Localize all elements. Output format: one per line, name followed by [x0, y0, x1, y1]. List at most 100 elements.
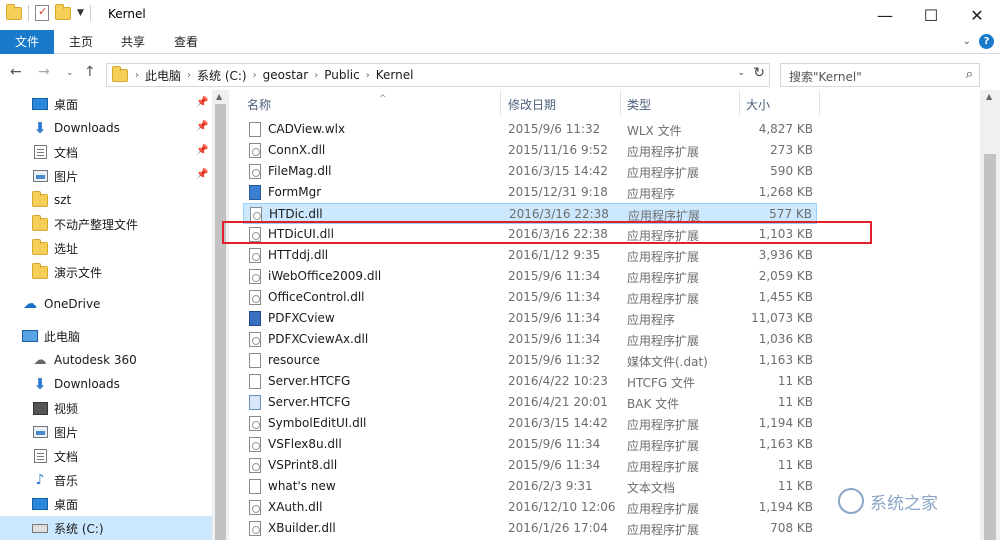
up-arrow-icon[interactable]: ↑ — [84, 64, 96, 80]
sidebar-item-pictures[interactable]: 图片 — [0, 420, 212, 444]
sidebar-item-music[interactable]: ♪ 音乐 — [0, 468, 212, 492]
back-arrow-icon[interactable]: ← — [10, 64, 22, 80]
pin-icon[interactable]: 📌 — [196, 145, 208, 156]
column-header-size[interactable]: 大小 — [740, 90, 820, 116]
table-row[interactable]: Server.HTCFG 2016/4/22 10:23 HTCFG 文件 11 KB — [243, 371, 817, 392]
sidebar-item-downloads[interactable]: ⬇ Downloads — [0, 372, 212, 396]
sidebar-item-label: 演示文件 — [54, 265, 103, 280]
table-row[interactable]: CADView.wlx 2015/9/6 11:32 WLX 文件 4,827 KB — [243, 119, 817, 140]
scrollbar-thumb[interactable] — [215, 104, 226, 540]
breadcrumb-chevron-icon[interactable]: › — [366, 70, 370, 81]
sidebar-item-label: 系统 (C:) — [54, 521, 104, 536]
table-row[interactable]: SymbolEditUI.dll 2016/3/15 14:42 应用程序扩展 1,1… — [243, 413, 817, 434]
pin-icon[interactable]: 📌 — [196, 97, 208, 108]
tab-view[interactable]: 查看 — [163, 30, 209, 54]
refresh-icon[interactable]: ↻ — [753, 65, 765, 81]
table-row[interactable]: FormMgr 2015/12/31 9:18 应用程序 1,268 KB — [243, 182, 817, 203]
table-row[interactable]: PDFXCview 2015/9/6 11:34 应用程序 11,073 KB — [243, 308, 817, 329]
forward-arrow-icon[interactable]: → — [38, 64, 50, 80]
dll-icon — [249, 227, 261, 242]
address-history-chevron-icon[interactable]: ⌄ — [737, 68, 745, 78]
sidebar-item-documents[interactable]: 文档 — [0, 444, 212, 468]
sidebar-item-onedrive[interactable]: ☁ OneDrive — [0, 292, 212, 316]
sidebar-item-this-pc[interactable]: 此电脑 — [0, 324, 212, 348]
search-input[interactable]: 搜索"Kernel" ⌕ — [780, 63, 980, 87]
file-size: 577 KB — [769, 207, 812, 221]
file-list-scrollbar[interactable]: ▲ — [980, 90, 1000, 540]
tab-file[interactable]: 文件 — [0, 30, 54, 54]
tab-home[interactable]: 主页 — [58, 30, 104, 54]
table-row[interactable]: XBuilder.dll 2016/1/26 17:04 应用程序扩展 708 KB — [243, 518, 817, 539]
breadcrumb-geostar[interactable]: geostar — [263, 68, 309, 82]
tab-share[interactable]: 共享 — [110, 30, 156, 54]
breadcrumb-this-pc[interactable]: 此电脑 — [145, 67, 181, 84]
file-type: 应用程序扩展 — [627, 439, 700, 453]
column-header-type[interactable]: 类型 — [621, 90, 740, 116]
pin-icon[interactable]: 📌 — [196, 121, 208, 132]
sidebar-item-desktop[interactable]: 桌面 — [0, 492, 212, 516]
expand-ribbon-chevron-icon[interactable]: ⌄ — [963, 36, 971, 47]
table-row[interactable]: iWebOffice2009.dll 2015/9/6 11:34 应用程序扩展 2,… — [243, 266, 817, 287]
exe-icon — [249, 185, 261, 200]
table-row[interactable]: what's new 2016/2/3 9:31 文本文档 11 KB — [243, 476, 817, 497]
customize-toolbar-chevron-icon[interactable]: ▼ — [77, 8, 84, 18]
search-placeholder: 搜索"Kernel" — [789, 70, 862, 84]
table-row[interactable]: OfficeControl.dll 2015/9/6 11:34 应用程序扩展 1,4… — [243, 287, 817, 308]
sidebar-item-label: Downloads — [54, 377, 120, 391]
table-row[interactable]: ConnX.dll 2015/11/16 9:52 应用程序扩展 273 KB — [243, 140, 817, 161]
search-icon[interactable]: ⌕ — [966, 67, 973, 82]
breadcrumb-chevron-icon[interactable]: › — [187, 70, 191, 81]
scroll-up-arrow-icon[interactable]: ▲ — [986, 92, 992, 101]
sidebar-item-label: 音乐 — [54, 473, 79, 488]
documents-icon — [33, 145, 47, 159]
sidebar-item-demo-files[interactable]: 演示文件 — [0, 260, 212, 284]
sidebar-item-system-drive[interactable]: 系统 (C:) — [0, 516, 212, 540]
sidebar-item-desktop-quick[interactable]: 桌面 📌 — [0, 92, 212, 116]
breadcrumb-chevron-icon[interactable]: › — [253, 70, 257, 81]
breadcrumb-kernel[interactable]: Kernel — [376, 68, 414, 82]
table-row[interactable]: PDFXCviewAx.dll 2015/9/6 11:34 应用程序扩展 1,036… — [243, 329, 817, 350]
breadcrumb-chevron-icon[interactable]: › — [314, 70, 318, 81]
breadcrumb-public[interactable]: Public — [324, 68, 360, 82]
minimize-button[interactable]: — — [862, 0, 908, 30]
sidebar-item-real-estate-files[interactable]: 不动产整理文件 — [0, 212, 212, 236]
file-modified-date: 2016/3/15 14:42 — [508, 416, 608, 430]
navigation-pane-scrollbar[interactable]: ▲ — [212, 90, 229, 540]
file-modified-date: 2015/9/6 11:34 — [508, 437, 601, 451]
address-bar[interactable]: › 此电脑 › 系统 (C:) › geostar › Public › Ker… — [106, 63, 770, 87]
sidebar-item-videos[interactable]: 视频 — [0, 396, 212, 420]
file-size: 1,194 KB — [758, 416, 813, 430]
recent-locations-chevron-icon[interactable]: ⌄ — [66, 68, 74, 78]
table-row[interactable]: VSPrint8.dll 2015/9/6 11:34 应用程序扩展 11 KB — [243, 455, 817, 476]
table-row[interactable]: Server.HTCFG 2016/4/21 20:01 BAK 文件 11 KB — [243, 392, 817, 413]
close-button[interactable]: ✕ — [954, 0, 1000, 30]
help-icon[interactable]: ? — [979, 34, 994, 49]
column-header-date[interactable]: 修改日期 — [502, 90, 621, 116]
sidebar-item-documents-quick[interactable]: 文档 📌 — [0, 140, 212, 164]
table-row[interactable]: HTTddj.dll 2016/1/12 9:35 应用程序扩展 3,936 KB — [243, 245, 817, 266]
table-row[interactable]: HTDic.dll 2016/3/16 22:38 应用程序扩展 577 KB — [243, 203, 817, 224]
breadcrumb-system-drive[interactable]: 系统 (C:) — [197, 67, 247, 84]
properties-icon[interactable] — [35, 5, 49, 21]
sidebar-item-pictures-quick[interactable]: 图片 📌 — [0, 164, 212, 188]
onedrive-icon: ☁ — [23, 296, 37, 312]
table-row[interactable]: HTDicUI.dll 2016/3/16 22:38 应用程序扩展 1,103 KB — [243, 224, 817, 245]
file-type: 应用程序扩展 — [627, 250, 700, 264]
breadcrumb-chevron-icon[interactable]: › — [135, 70, 139, 81]
scrollbar-thumb[interactable] — [984, 154, 996, 540]
sidebar-item-downloads-quick[interactable]: ⬇ Downloads 📌 — [0, 116, 212, 140]
new-folder-icon[interactable] — [55, 3, 71, 20]
maximize-button[interactable]: ☐ — [908, 0, 954, 30]
table-row[interactable]: XAuth.dll 2016/12/10 12:06 应用程序扩展 1,194 KB — [243, 497, 817, 518]
file-size: 11 KB — [777, 374, 813, 388]
table-row[interactable]: resource 2015/9/6 11:32 媒体文件(.dat) 1,163 KB — [243, 350, 817, 371]
column-header-name[interactable]: 名称 ^ — [241, 90, 501, 116]
pin-icon[interactable]: 📌 — [196, 169, 208, 180]
table-row[interactable]: FileMag.dll 2016/3/15 14:42 应用程序扩展 590 KB — [243, 161, 817, 182]
table-row[interactable]: VSFlex8u.dll 2015/9/6 11:34 应用程序扩展 1,163 KB — [243, 434, 817, 455]
sidebar-item-site-selection[interactable]: 选址 — [0, 236, 212, 260]
sidebar-item-szt[interactable]: szt — [0, 188, 212, 212]
file-modified-date: 2016/3/16 22:38 — [509, 207, 609, 221]
scroll-up-arrow-icon[interactable]: ▲ — [216, 92, 222, 101]
sidebar-item-autodesk-360[interactable]: ☁ Autodesk 360 — [0, 348, 212, 372]
